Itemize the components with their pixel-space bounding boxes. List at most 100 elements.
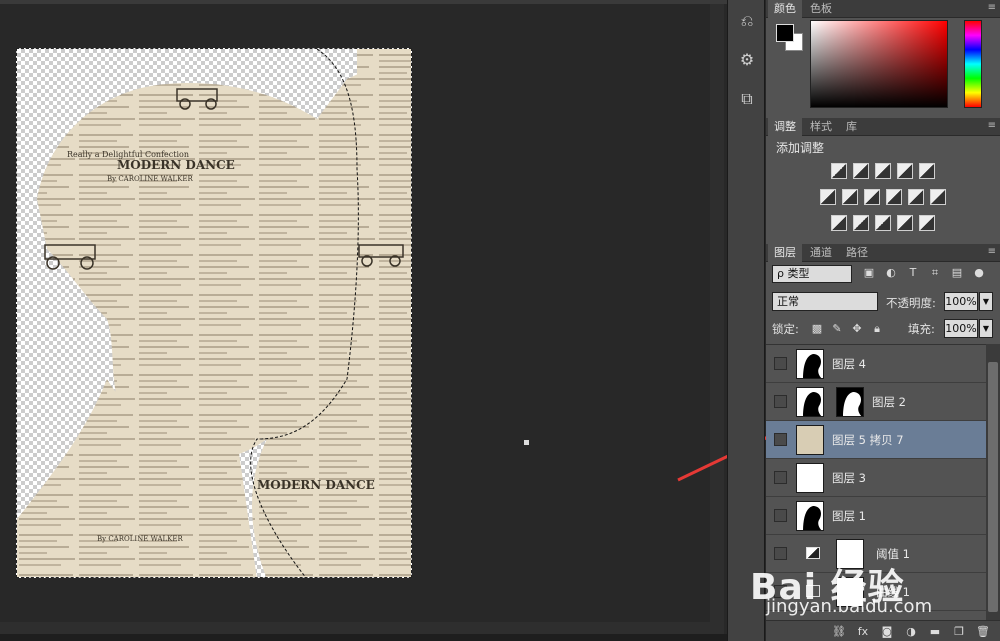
newspaper-headline: MODERN DANCE bbox=[117, 158, 235, 172]
canvas-vertical-scrollbar[interactable] bbox=[710, 4, 724, 634]
channel-mixer-icon[interactable] bbox=[908, 189, 924, 205]
layer-kind-filter[interactable]: ρ 类型 bbox=[772, 265, 852, 283]
hue-saturation-icon[interactable] bbox=[820, 189, 836, 205]
tab-color[interactable]: 颜色 bbox=[768, 0, 802, 18]
tab-adjustments[interactable]: 调整 bbox=[768, 118, 802, 136]
lock-all-icon[interactable]: 🔒︎ bbox=[870, 322, 884, 336]
filter-adjustment-icon[interactable]: ◐ bbox=[884, 266, 898, 280]
tab-swatches[interactable]: 色板 bbox=[804, 0, 838, 18]
foreground-color-swatch[interactable] bbox=[776, 24, 794, 42]
delete-layer-icon[interactable]: 🗑︎ bbox=[976, 625, 990, 638]
properties-icon: ⚙ bbox=[739, 49, 755, 69]
color-picker-field[interactable] bbox=[810, 20, 948, 108]
photo-filter-icon[interactable] bbox=[886, 189, 902, 205]
posterize-icon[interactable] bbox=[853, 215, 869, 231]
link-layers-icon[interactable]: ⛓ bbox=[832, 625, 846, 638]
layers-panel-tabs: 图层 通道 路径 ≡ bbox=[766, 244, 1000, 262]
layer-name: 图层 4 bbox=[832, 357, 866, 371]
panel-menu-icon[interactable]: ≡ bbox=[988, 120, 996, 131]
new-adjustment-icon[interactable]: ◑ bbox=[904, 625, 918, 638]
new-group-icon[interactable]: ▬ bbox=[928, 625, 942, 638]
curves-icon[interactable] bbox=[875, 163, 891, 179]
filter-smart-object-icon[interactable]: ▤ bbox=[950, 266, 964, 280]
selective-color-icon[interactable] bbox=[897, 215, 913, 231]
vibrance-icon[interactable] bbox=[919, 163, 935, 179]
exposure-icon[interactable] bbox=[897, 163, 913, 179]
right-panels: 颜色 色板 ≡ 调整 样式 库 ≡ 添加调整 图层 通道 路径 ≡ ρ 类型 ▣… bbox=[766, 0, 1000, 641]
paragraph-panel-button[interactable]: ⧉ bbox=[732, 84, 762, 114]
layer-thumbnail bbox=[796, 463, 824, 493]
layers-footer: ⛓ fx ◙ ◑ ▬ ❐ 🗑︎ bbox=[766, 620, 1000, 641]
filter-type-icon[interactable]: T bbox=[906, 266, 920, 280]
properties-panel-button[interactable]: ⚙ bbox=[732, 44, 762, 74]
visibility-toggle[interactable] bbox=[774, 433, 787, 446]
black-white-icon[interactable] bbox=[864, 189, 880, 205]
layer-row[interactable]: 图层 2 bbox=[766, 383, 986, 421]
color-balance-icon[interactable] bbox=[842, 189, 858, 205]
filter-toggle-icon[interactable]: ● bbox=[972, 266, 986, 280]
layer-thumbnail bbox=[796, 349, 824, 379]
gradient-map-icon[interactable] bbox=[919, 215, 935, 231]
filter-pixel-icon[interactable]: ▣ bbox=[862, 266, 876, 280]
visibility-toggle[interactable] bbox=[774, 357, 787, 370]
visibility-toggle[interactable] bbox=[774, 395, 787, 408]
layer-name: 图层 5 拷贝 7 bbox=[832, 433, 904, 447]
layer-name: 图层 2 bbox=[872, 395, 906, 409]
layer-thumbnail bbox=[796, 387, 824, 417]
document-canvas[interactable]: MODERN DANCE By CAROLINE WALKER Really a… bbox=[16, 48, 412, 578]
tab-channels[interactable]: 通道 bbox=[804, 244, 838, 262]
adjustment-icons-row-1 bbox=[766, 163, 1000, 179]
layer-row[interactable]: 图层 3 bbox=[766, 459, 986, 497]
history-panel-button[interactable]: ⎌ bbox=[732, 6, 762, 36]
panel-menu-icon[interactable]: ≡ bbox=[988, 246, 996, 257]
newspaper-headline-2: MODERN DANCE bbox=[257, 478, 375, 492]
lock-move-icon[interactable]: ✥ bbox=[850, 322, 864, 336]
lock-brush-icon[interactable]: ✎ bbox=[830, 322, 844, 336]
layer-row-selected[interactable]: 图层 5 拷贝 7 bbox=[766, 421, 986, 459]
layer-row[interactable]: 图层 1 bbox=[766, 497, 986, 535]
threshold-icon[interactable] bbox=[875, 215, 891, 231]
brightness-icon[interactable] bbox=[831, 163, 847, 179]
visibility-toggle[interactable] bbox=[774, 509, 787, 522]
layer-style-icon[interactable]: fx bbox=[856, 625, 870, 638]
hue-slider[interactable] bbox=[964, 20, 982, 108]
layer-thumbnail bbox=[796, 501, 824, 531]
layer-name: 图层 3 bbox=[832, 471, 866, 485]
fill-label: 填充: bbox=[908, 322, 935, 336]
newspaper-byline-2: By CAROLINE WALKER bbox=[97, 535, 184, 543]
document-tab-strip bbox=[0, 0, 727, 4]
layer-thumbnail bbox=[796, 425, 824, 455]
fill-dropdown-icon[interactable]: ▼ bbox=[979, 319, 993, 338]
opacity-input[interactable]: 100% bbox=[944, 292, 978, 311]
adjustments-panel-tabs: 调整 样式 库 ≡ bbox=[766, 118, 1000, 136]
fill-input[interactable]: 100% bbox=[944, 319, 978, 338]
tab-styles[interactable]: 样式 bbox=[804, 118, 838, 136]
add-mask-icon[interactable]: ◙ bbox=[880, 625, 894, 638]
status-bar bbox=[0, 634, 727, 641]
tab-paths[interactable]: 路径 bbox=[840, 244, 874, 262]
color-panel-tabs: 颜色 色板 ≡ bbox=[766, 0, 1000, 18]
lock-transparent-icon[interactable]: ▩ bbox=[810, 322, 824, 336]
blend-mode-select[interactable]: 正常 bbox=[772, 292, 878, 311]
tab-libraries[interactable]: 库 bbox=[840, 118, 863, 136]
invert-icon[interactable] bbox=[831, 215, 847, 231]
tab-layers[interactable]: 图层 bbox=[768, 244, 802, 262]
layer-list-scroll-thumb[interactable] bbox=[988, 362, 998, 612]
opacity-dropdown-icon[interactable]: ▼ bbox=[979, 292, 993, 311]
adjustments-title: 添加调整 bbox=[776, 141, 825, 155]
panel-icon-strip: ⎌ ⚙ ⧉ bbox=[727, 0, 765, 641]
layer-name: 图层 1 bbox=[832, 509, 866, 523]
layer-row[interactable]: 图层 4 bbox=[766, 345, 986, 383]
panel-menu-icon[interactable]: ≡ bbox=[988, 2, 996, 13]
layer-mask-thumbnail[interactable] bbox=[836, 387, 864, 417]
history-icon: ⎌ bbox=[740, 11, 754, 30]
new-layer-icon[interactable]: ❐ bbox=[952, 625, 966, 638]
visibility-toggle[interactable] bbox=[774, 471, 787, 484]
canvas-horizontal-scrollbar[interactable] bbox=[0, 622, 710, 634]
newspaper-byline: By CAROLINE WALKER bbox=[107, 175, 194, 183]
canvas-marker bbox=[524, 440, 529, 445]
color-lookup-icon[interactable] bbox=[930, 189, 946, 205]
levels-icon[interactable] bbox=[853, 163, 869, 179]
opacity-label: 不透明度: bbox=[886, 296, 936, 310]
filter-shape-icon[interactable]: ⌗ bbox=[928, 266, 942, 280]
